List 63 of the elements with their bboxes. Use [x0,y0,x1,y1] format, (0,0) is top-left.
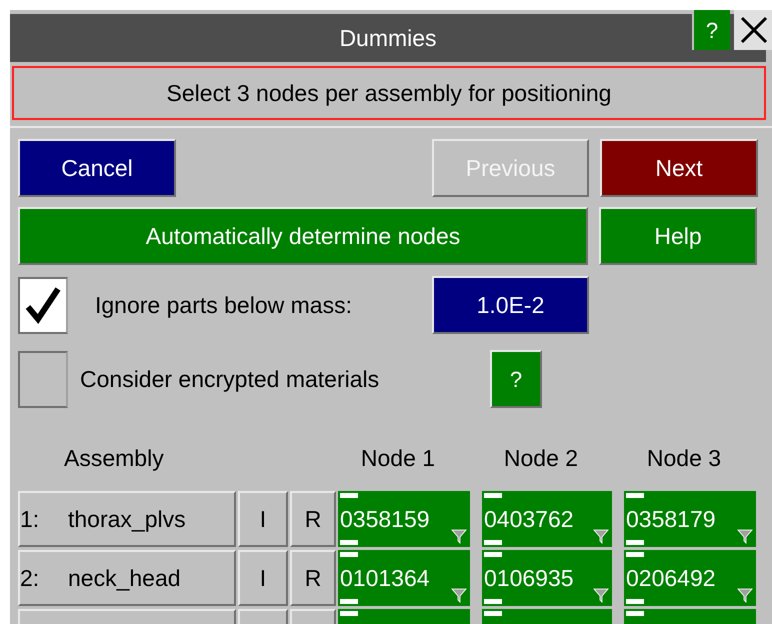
column-header: Node 1 [360,444,436,473]
node-id: 0358159 [340,505,430,533]
r-cell[interactable]: R [290,550,336,606]
close-icon [739,15,769,45]
option-label: Consider encrypted materials [80,364,380,394]
marker-bar [626,540,644,545]
filter-icon [451,587,467,603]
marker-bar [626,611,644,616]
help-button[interactable]: ? [490,350,542,408]
option-label: Ignore parts below mass: [95,290,353,320]
mass-field[interactable]: 1.0E-2 [432,276,589,334]
help-button[interactable]: ? [692,10,730,50]
marker-bar [484,540,502,545]
assembly-index: 2: [20,564,40,593]
node-field[interactable]: 0206492 [624,550,756,606]
help-text-button[interactable]: Help [599,207,757,265]
assembly-index: 1: [20,504,40,534]
checkbox[interactable] [18,350,68,408]
i-cell[interactable]: I [238,491,288,547]
filter-icon [593,528,609,544]
marker-bar [484,493,502,498]
filter-icon [737,587,753,603]
next-button[interactable]: Next [600,139,758,197]
node-id: 0101364 [340,564,430,592]
message-box: Select 3 nodes per assembly for positioning [12,66,766,120]
node-id: 0403762 [484,505,574,533]
marker-bar [340,611,358,616]
node-field[interactable]: 0106935 [482,550,612,606]
node-field[interactable]: 0358179 [624,491,756,547]
marker-bar [340,493,358,498]
auto-nodes-button[interactable]: Automatically determine nodes [18,207,588,265]
column-header: Node 3 [646,444,722,473]
node-field[interactable]: 0101364 [338,550,470,606]
assembly-cell[interactable]: 2: neck_head [18,550,236,606]
window-title: Dummies [339,24,437,53]
i-cell[interactable]: I [238,550,288,606]
marker-bar [626,599,644,604]
marker-bar [340,552,358,557]
marker-bar [340,599,358,604]
r-cell[interactable]: R [290,491,336,547]
filter-icon [451,528,467,544]
checkmark-icon [25,285,61,325]
marker-bar [484,611,502,616]
cancel-button[interactable]: Cancel [18,139,176,197]
marker-bar [626,493,644,498]
node-field[interactable]: 0358159 [338,491,470,547]
node-field[interactable]: 0403762 [482,491,612,547]
close-button[interactable] [734,10,772,50]
assembly-name: neck_head [68,564,181,593]
node-id: 0358179 [626,505,716,533]
assembly-name: thorax_plvs [68,504,186,534]
node-id: 0106935 [484,564,574,592]
marker-bar [626,552,644,557]
checkbox[interactable] [18,276,68,334]
filter-icon [593,587,609,603]
column-header: Node 2 [502,444,580,473]
column-header: Assembly [63,444,165,473]
marker-bar [484,599,502,604]
filter-icon [737,528,753,544]
marker-bar [340,540,358,545]
marker-bar [484,552,502,557]
node-id: 0206492 [626,564,716,592]
assembly-cell[interactable]: 1: thorax_plvs [18,491,236,547]
